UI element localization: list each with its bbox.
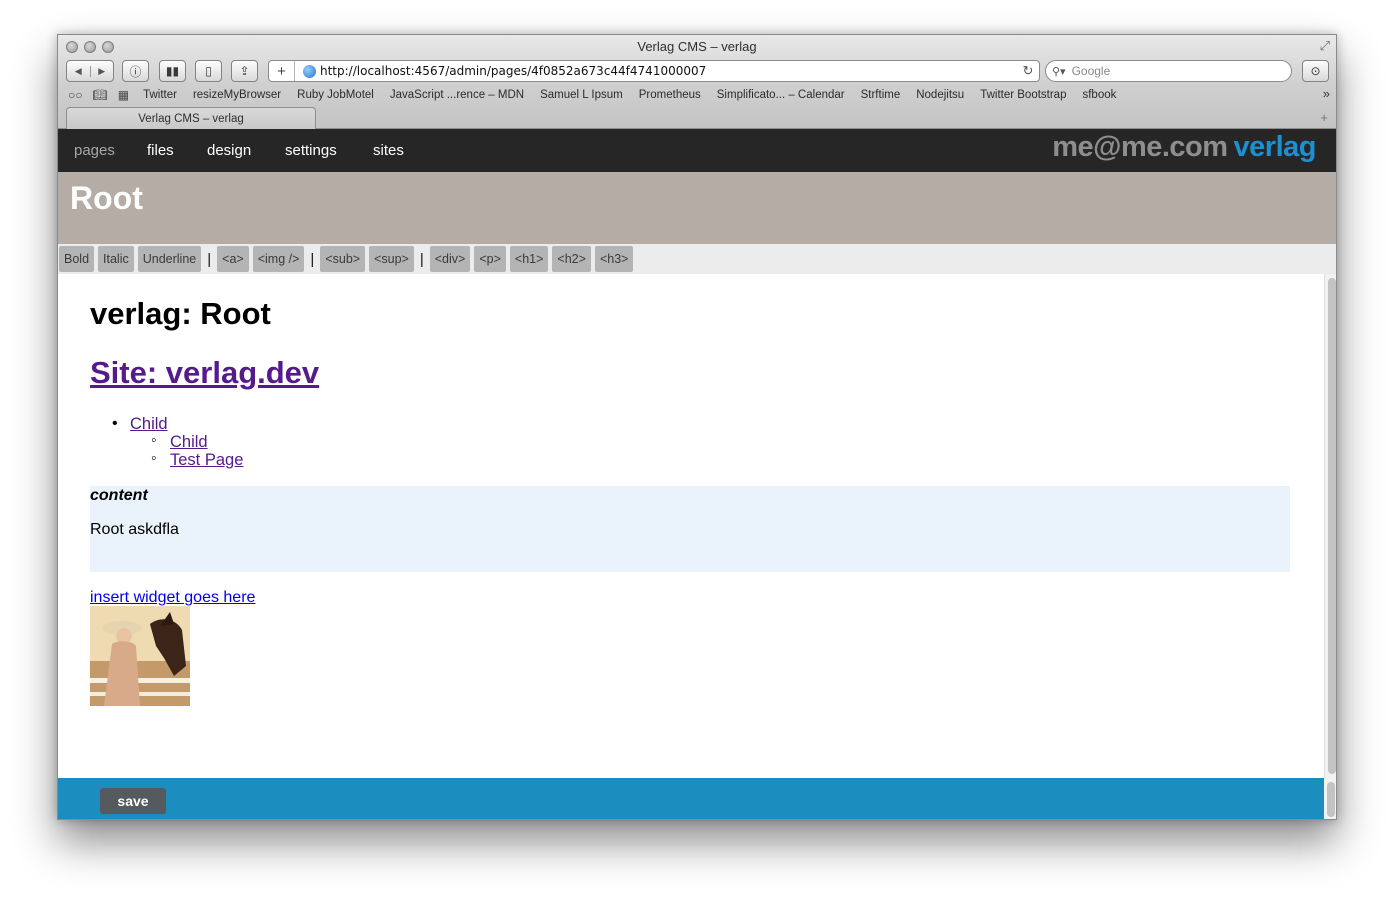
bookmark-item[interactable]: Samuel L Ipsum (540, 89, 623, 101)
insert-image-button[interactable]: <img /> (252, 246, 305, 272)
bookmark-button[interactable]: ▯ (195, 60, 222, 82)
site-link[interactable]: Site: verlag.dev (90, 355, 319, 390)
tab-label: Verlag CMS – verlag (138, 112, 244, 125)
bookmark-item[interactable]: JavaScript ...rence – MDN (390, 89, 524, 101)
brand-app: verlag (1233, 131, 1317, 163)
photo-illustration (90, 606, 190, 706)
bookmark-item[interactable]: Twitter Bootstrap (980, 89, 1066, 101)
underline-button[interactable]: Underline (137, 246, 202, 272)
content-image (90, 606, 190, 706)
brand-logo: me@me.com verlag (1052, 131, 1316, 164)
region-text[interactable]: Root askdfla (90, 521, 179, 539)
h1-button[interactable]: <h1> (509, 246, 549, 272)
bookmark-item[interactable]: Twitter (143, 89, 177, 101)
top-sites-icon[interactable]: ▦ (118, 88, 129, 102)
tree-link-child-sub[interactable]: Child (170, 433, 208, 451)
list-item: Test Page (90, 450, 243, 469)
vertical-scrollbar[interactable] (1324, 274, 1336, 778)
list-item: Child (90, 432, 243, 451)
footer-scrollbar-thumb[interactable] (1327, 782, 1335, 817)
h3-button[interactable]: <h3> (594, 246, 634, 272)
page-tree: Child Child Test Page (90, 415, 243, 469)
browser-window: Verlag CMS – verlag ⤢ ◀ ▶ ⓘ ▮▮ ▯ ⇪ + htt… (57, 34, 1337, 820)
paragraph-button[interactable]: <p> (474, 246, 506, 272)
bookmark-item[interactable]: Simplificato... – Calendar (717, 89, 845, 101)
h2-button[interactable]: <h2> (552, 246, 591, 272)
site-heading: Site: verlag.dev (90, 355, 319, 391)
footer-scrollbar[interactable] (1324, 778, 1336, 819)
content-region[interactable]: content Root askdfla (90, 486, 1290, 572)
insert-link-button[interactable]: <a> (217, 246, 249, 272)
tab-verlag[interactable]: Verlag CMS – verlag (66, 107, 316, 129)
search-placeholder: Google (1071, 64, 1111, 78)
tab-bar: Verlag CMS – verlag + (58, 107, 1336, 129)
back-forward-buttons: ◀ ▶ (66, 60, 114, 82)
add-bookmark-button[interactable]: + (269, 61, 295, 81)
insert-widget-link[interactable]: insert widget goes here (90, 589, 255, 607)
preview-heading: verlag: Root (90, 296, 271, 331)
download-icon: ⊙ (1310, 64, 1321, 78)
bookmark-item[interactable]: Ruby JobMotel (297, 89, 374, 101)
page-title: Root (70, 180, 143, 216)
editor-toolbar: Bold Italic Underline | <a> <img /> | <s… (58, 244, 1336, 274)
italic-button[interactable]: Italic (98, 246, 134, 272)
tree-link-child[interactable]: Child (130, 415, 168, 433)
scrollbar-thumb[interactable] (1328, 278, 1336, 774)
nav-settings[interactable]: settings (285, 142, 337, 159)
app-navbar: pages files design settings sites me@me.… (58, 129, 1336, 172)
page-header: Root (58, 172, 1336, 244)
bookmark-item[interactable]: Prometheus (639, 89, 701, 101)
brand-user: me@me.com (1052, 131, 1228, 163)
info-icon: ⓘ (129, 64, 142, 79)
share-button[interactable]: ⇪ (231, 60, 258, 82)
footer-bar: save (58, 778, 1324, 819)
downloads-button[interactable]: ⊙ (1302, 60, 1329, 82)
bookmarks-book-icon[interactable]: 📖︎ (93, 88, 108, 102)
bookmark-item[interactable]: Strftime (861, 89, 901, 101)
back-button[interactable]: ◀ (67, 66, 90, 77)
toolbar-separator: | (419, 250, 424, 268)
list-item: Child (90, 415, 243, 433)
bold-button[interactable]: Bold (59, 246, 95, 272)
fullscreen-icon[interactable]: ⤢ (1320, 38, 1330, 54)
reader-button[interactable]: ⓘ (122, 60, 149, 82)
toolbar-separator: | (207, 250, 212, 268)
div-button[interactable]: <div> (429, 246, 471, 272)
bookmark-item[interactable]: sfbook (1082, 89, 1116, 101)
nav-design[interactable]: design (207, 142, 251, 159)
tree-link-test-page[interactable]: Test Page (170, 451, 243, 469)
book-icon: ▮▮ (165, 64, 180, 78)
toolbar-separator: | (310, 250, 315, 268)
page-viewport: pages files design settings sites me@me.… (58, 129, 1336, 819)
browser-chrome: Verlag CMS – verlag ⤢ ◀ ▶ ⓘ ▮▮ ▯ ⇪ + htt… (58, 35, 1336, 129)
window-title: Verlag CMS – verlag (637, 39, 757, 54)
save-button[interactable]: save (100, 788, 166, 814)
new-tab-icon[interactable]: + (1320, 110, 1328, 125)
forward-button[interactable]: ▶ (89, 65, 114, 77)
bookmark-icon: ▯ (205, 64, 212, 78)
reload-button[interactable]: ↻ (1017, 63, 1039, 79)
extension-button[interactable]: ▮▮ (159, 60, 186, 82)
share-icon: ⇪ (239, 64, 250, 78)
address-bar[interactable]: + http://localhost:4567/admin/pages/4f08… (268, 60, 1040, 82)
superscript-button[interactable]: <sup> (369, 246, 414, 272)
globe-icon (303, 64, 316, 78)
region-label: content (90, 487, 148, 504)
bookmarks-bar-icons: ○○ 📖︎ ▦ (58, 88, 129, 102)
nav-sites[interactable]: sites (373, 142, 404, 159)
subscript-button[interactable]: <sub> (320, 246, 366, 272)
page-preview: verlag: Root Site: verlag.dev Child Chil… (58, 274, 1324, 778)
bookmark-item[interactable]: Nodejitsu (916, 89, 964, 101)
bookmarks-overflow-icon[interactable]: » (1323, 86, 1330, 101)
bookmark-item[interactable]: resizeMyBrowser (193, 89, 281, 101)
bookmarks-bar: ○○ 📖︎ ▦ Twitter resizeMyBrowser Ruby Job… (58, 86, 1336, 104)
reading-list-icon[interactable]: ○○ (68, 88, 83, 102)
search-input[interactable]: ⚲▾ Google (1045, 60, 1292, 82)
nav-pages[interactable]: pages (74, 142, 115, 159)
url-text[interactable]: http://localhost:4567/admin/pages/4f0852… (320, 64, 1017, 78)
search-icon: ⚲▾ (1052, 65, 1066, 78)
nav-files[interactable]: files (147, 142, 174, 159)
